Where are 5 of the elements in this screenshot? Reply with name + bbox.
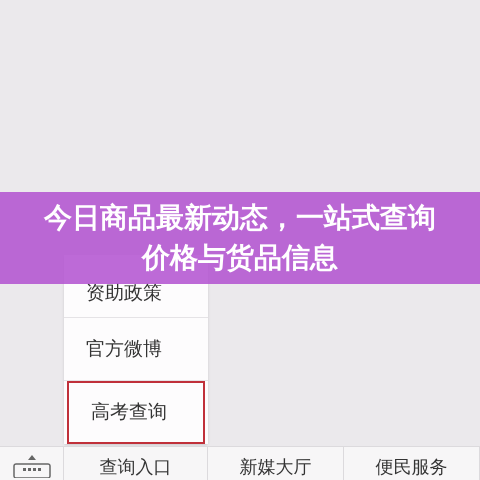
menu-tab[interactable]: 新媒大厅 [208,447,344,480]
menu-item[interactable]: 高考查询 [67,381,205,444]
menu-tab[interactable]: 查询入口 [64,447,208,480]
menu-item[interactable]: 官方微博 [64,318,208,381]
menu-tab[interactable]: 便民服务 [344,447,480,480]
